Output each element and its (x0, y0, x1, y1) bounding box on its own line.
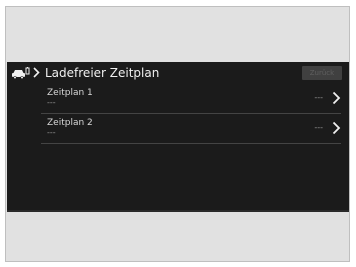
row-divider (41, 143, 341, 144)
page-title: Ladefreier Zeitplan (45, 66, 160, 80)
schedule-1-detail: --- (47, 98, 56, 107)
infotainment-screen: Ladefreier Zeitplan Zurück Zeitplan 1 --… (7, 62, 349, 212)
schedule-2-value: --- (314, 123, 323, 132)
schedule-1-value: --- (314, 93, 323, 102)
chevron-right-icon (332, 91, 341, 105)
screen-bottom-edge (7, 210, 349, 212)
back-button[interactable]: Zurück (302, 66, 342, 80)
schedule-row-1[interactable]: Zeitplan 1 --- --- (41, 84, 349, 112)
chevron-right-icon (332, 121, 341, 135)
screen-header: Ladefreier Zeitplan Zurück (7, 62, 349, 84)
schedule-2-detail: --- (47, 128, 56, 137)
schedule-row-2[interactable]: Zeitplan 2 --- --- (41, 114, 349, 142)
breadcrumb-chevron-icon (33, 67, 40, 78)
car-charge-icon (12, 67, 30, 79)
